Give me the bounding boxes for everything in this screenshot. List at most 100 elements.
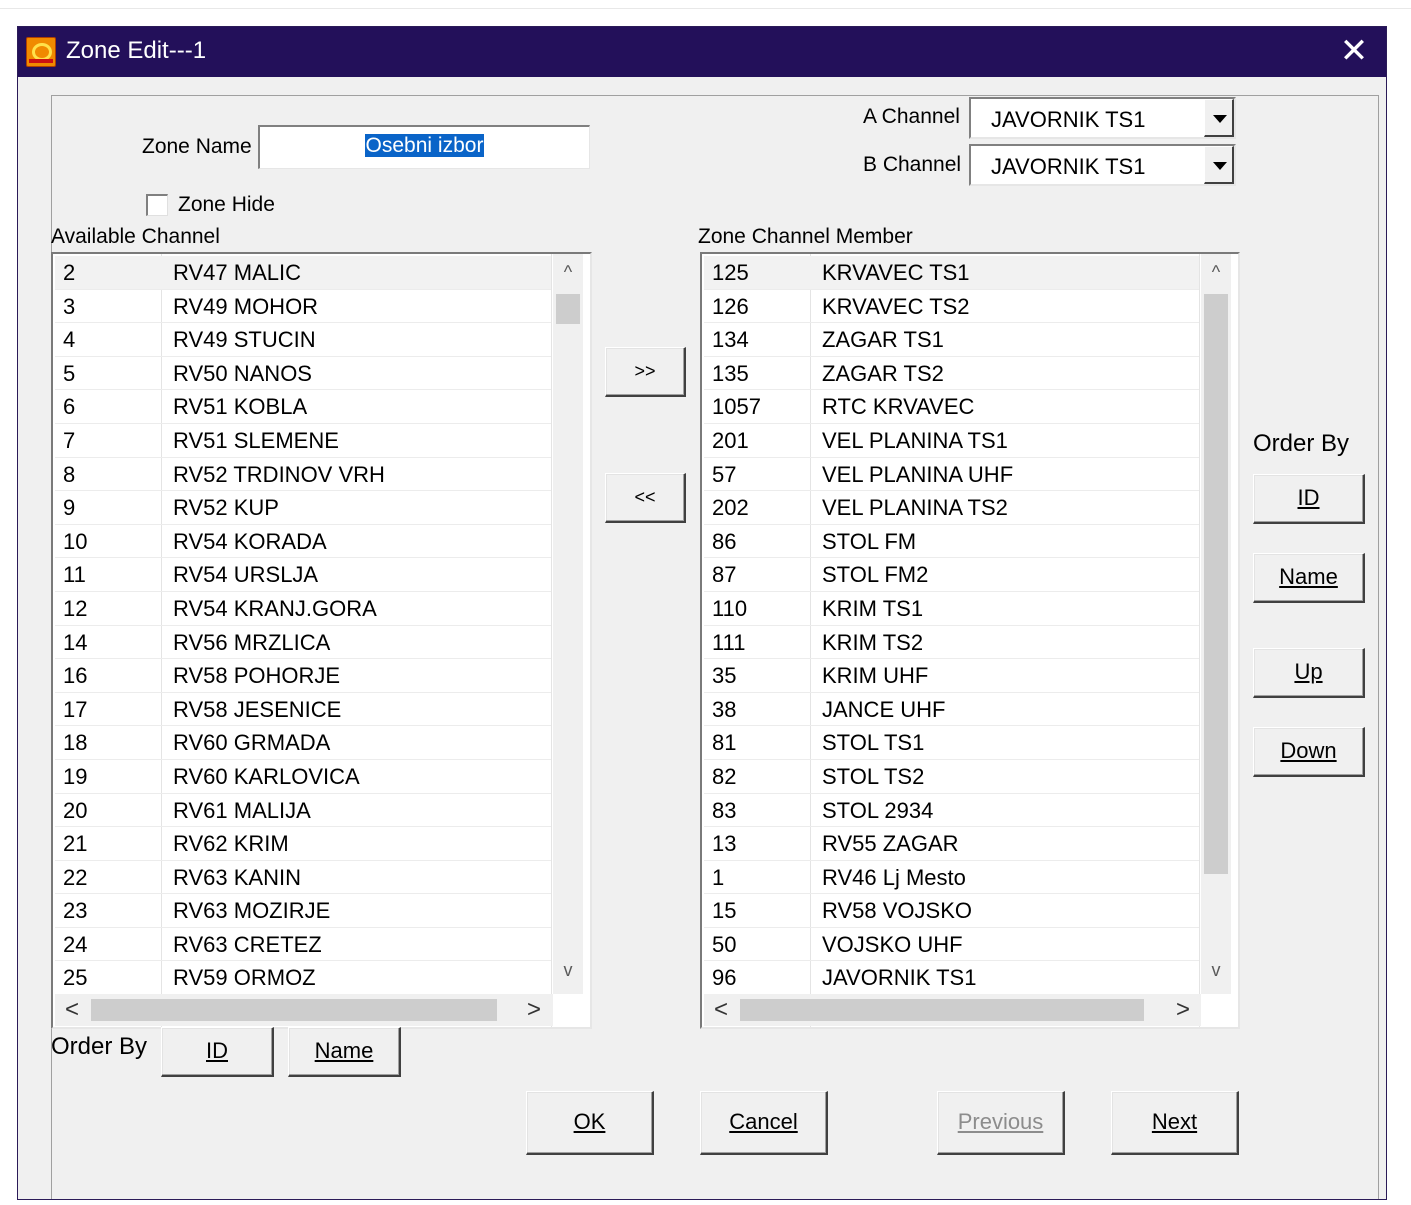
list-row[interactable]: 7 RV51 SLEMENE <box>55 424 551 458</box>
channel-id: 14 <box>63 629 88 655</box>
available-channel-list[interactable]: 2 RV47 MALIC 3 RV49 MOHOR 4 RV49 STUCIN 5 RV50 … <box>51 252 592 1029</box>
next-button[interactable]: Next <box>1111 1091 1239 1155</box>
scroll-down-icon[interactable]: v <box>1201 960 1231 981</box>
list-row[interactable]: 2 RV47 MALIC <box>55 256 551 290</box>
list-row[interactable]: 10 RV54 KORADA <box>55 525 551 559</box>
channel-name: RV55 ZAGAR <box>822 831 959 857</box>
list-row[interactable]: 83 STOL 2934 <box>704 794 1199 828</box>
channel-name: STOL FM2 <box>822 562 929 588</box>
scroll-thumb[interactable] <box>1204 294 1228 874</box>
list-row[interactable]: 5 RV50 NANOS <box>55 357 551 391</box>
list-row[interactable]: 87 STOL FM2 <box>704 558 1199 592</box>
channel-id: 134 <box>712 327 749 353</box>
column-separator <box>551 254 552 1027</box>
available-order-by-name-button[interactable]: Name <box>288 1027 401 1077</box>
b-channel-value: JAVORNIK TS1 <box>991 154 1146 179</box>
chevron-down-icon[interactable] <box>1204 99 1234 137</box>
list-row[interactable]: 38 JANCE UHF <box>704 693 1199 727</box>
list-row[interactable]: 25 RV59 ORMOZ <box>55 961 551 996</box>
list-row[interactable]: 11 RV54 URSLJA <box>55 558 551 592</box>
list-row[interactable]: 96 JAVORNIK TS1 <box>704 961 1199 996</box>
list-row[interactable]: 35 KRIM UHF <box>704 659 1199 693</box>
list-row[interactable]: 82 STOL TS2 <box>704 760 1199 794</box>
list-row[interactable]: 57 VEL PLANINA UHF <box>704 458 1199 492</box>
list-row[interactable]: 3 RV49 MOHOR <box>55 290 551 324</box>
vertical-scrollbar[interactable]: ^ v <box>1201 254 1231 994</box>
chevron-down-icon[interactable] <box>1204 146 1234 184</box>
title-bar[interactable]: Zone Edit---1 ✕ <box>18 27 1386 77</box>
list-row[interactable]: 1 RV46 Lj Mesto <box>704 861 1199 895</box>
ok-label: OK <box>573 1109 606 1134</box>
scroll-left-icon[interactable]: < <box>65 996 79 1024</box>
scroll-up-icon[interactable]: ^ <box>553 262 583 283</box>
channel-id: 24 <box>63 931 88 957</box>
list-row[interactable]: 19 RV60 KARLOVICA <box>55 760 551 794</box>
list-row[interactable]: 9 RV52 KUP <box>55 491 551 525</box>
scroll-thumb[interactable] <box>740 999 1144 1021</box>
list-row[interactable]: 135 ZAGAR TS2 <box>704 357 1199 391</box>
horizontal-scrollbar[interactable]: < > <box>55 994 553 1026</box>
order-by-name-button[interactable]: Name <box>1253 553 1365 603</box>
cancel-button[interactable]: Cancel <box>700 1091 828 1155</box>
close-icon[interactable]: ✕ <box>1334 33 1374 71</box>
add-to-zone-button[interactable]: >> <box>605 347 686 397</box>
list-row[interactable]: 126 KRVAVEC TS2 <box>704 290 1199 324</box>
list-row[interactable]: 22 RV63 KANIN <box>55 861 551 895</box>
scroll-thumb[interactable] <box>91 999 497 1021</box>
list-row[interactable]: 81 STOL TS1 <box>704 726 1199 760</box>
vertical-scrollbar[interactable]: ^ v <box>553 254 583 994</box>
horizontal-scrollbar[interactable]: < > <box>704 994 1201 1026</box>
column-separator <box>1199 254 1200 1027</box>
list-row[interactable]: 86 STOL FM <box>704 525 1199 559</box>
channel-id: 110 <box>712 595 748 621</box>
list-row[interactable]: 125 KRVAVEC TS1 <box>704 256 1199 290</box>
list-row[interactable]: 13 RV55 ZAGAR <box>704 827 1199 861</box>
list-row[interactable]: 8 RV52 TRDINOV VRH <box>55 458 551 492</box>
scroll-down-icon[interactable]: v <box>553 960 583 981</box>
remove-from-zone-label: << <box>634 487 656 507</box>
channel-name: VOJSKO UHF <box>822 931 963 957</box>
available-order-by-id-button[interactable]: ID <box>161 1027 274 1077</box>
list-row[interactable]: 201 VEL PLANINA TS1 <box>704 424 1199 458</box>
list-row[interactable]: 110 KRIM TS1 <box>704 592 1199 626</box>
list-row[interactable]: 23 RV63 MOZIRJE <box>55 894 551 928</box>
channel-id: 50 <box>712 931 737 957</box>
order-by-id-button[interactable]: ID <box>1253 474 1365 524</box>
zone-name-input[interactable]: Osebni izbor <box>258 125 590 169</box>
a-channel-select[interactable]: JAVORNIK TS1 <box>969 97 1236 139</box>
list-row[interactable]: 20 RV61 MALIJA <box>55 794 551 828</box>
channel-name: ZAGAR TS1 <box>822 327 944 353</box>
channel-name: KRIM TS1 <box>822 595 924 621</box>
move-down-button[interactable]: Down <box>1253 727 1365 777</box>
scroll-left-icon[interactable]: < <box>714 996 728 1024</box>
move-up-button[interactable]: Up <box>1253 648 1365 698</box>
zone-hide-checkbox[interactable] <box>146 194 168 216</box>
scroll-right-icon[interactable]: > <box>1176 996 1190 1024</box>
list-row[interactable]: 17 RV58 JESENICE <box>55 693 551 727</box>
list-row[interactable]: 4 RV49 STUCIN <box>55 323 551 357</box>
zone-channel-member-list[interactable]: 125 KRVAVEC TS1 126 KRVAVEC TS2 134 ZAGAR TS1… <box>700 252 1240 1029</box>
list-row[interactable]: 16 RV58 POHORJE <box>55 659 551 693</box>
previous-button[interactable]: Previous <box>937 1091 1065 1155</box>
list-row[interactable]: 14 RV56 MRZLICA <box>55 626 551 660</box>
list-row[interactable]: 50 VOJSKO UHF <box>704 928 1199 962</box>
list-row[interactable]: 24 RV63 CRETEZ <box>55 928 551 962</box>
scroll-up-icon[interactable]: ^ <box>1201 262 1231 283</box>
add-to-zone-label: >> <box>634 361 656 381</box>
channel-id: 23 <box>63 898 88 924</box>
list-row[interactable]: 202 VEL PLANINA TS2 <box>704 491 1199 525</box>
list-row[interactable]: 134 ZAGAR TS1 <box>704 323 1199 357</box>
scroll-right-icon[interactable]: > <box>527 996 541 1024</box>
ok-button[interactable]: OK <box>526 1091 654 1155</box>
list-row[interactable]: 1057 RTC KRVAVEC <box>704 390 1199 424</box>
list-row[interactable]: 111 KRIM TS2 <box>704 626 1199 660</box>
list-row[interactable]: 12 RV54 KRANJ.GORA <box>55 592 551 626</box>
list-row[interactable]: 6 RV51 KOBLA <box>55 390 551 424</box>
scroll-thumb[interactable] <box>556 294 580 324</box>
list-row[interactable]: 21 RV62 KRIM <box>55 827 551 861</box>
remove-from-zone-button[interactable]: << <box>605 473 686 523</box>
b-channel-select[interactable]: JAVORNIK TS1 <box>969 144 1236 186</box>
list-row[interactable]: 15 RV58 VOJSKO <box>704 894 1199 928</box>
available-order-by-name-label: Name <box>314 1038 374 1063</box>
list-row[interactable]: 18 RV60 GRMADA <box>55 726 551 760</box>
